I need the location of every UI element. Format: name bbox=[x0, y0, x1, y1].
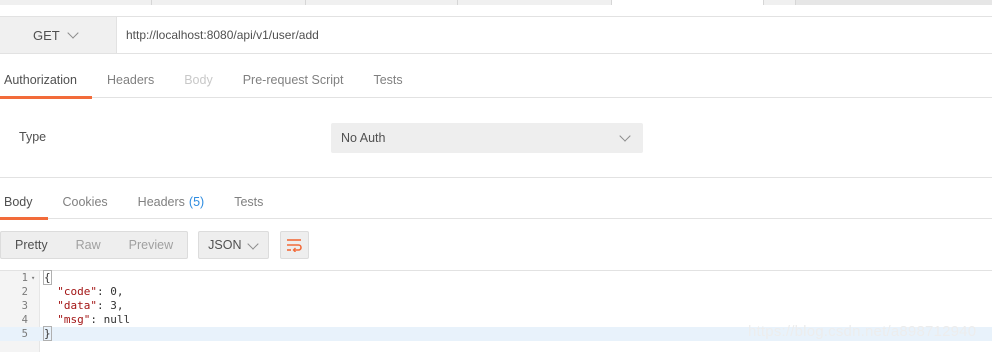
line-number: 3 bbox=[21, 300, 28, 312]
response-toolbar: Pretty Raw Preview JSON bbox=[0, 231, 310, 259]
watermark: https://blog.csdn.net/a898712940 bbox=[748, 323, 977, 340]
response-tabs: Body Cookies Headers (5) Tests bbox=[0, 184, 992, 220]
fold-arrow-icon[interactable]: ▾ bbox=[31, 271, 35, 285]
json-separator: : bbox=[90, 313, 104, 326]
tab-response-body[interactable]: Body bbox=[0, 184, 48, 220]
chevron-down-icon bbox=[619, 130, 631, 142]
tab-body[interactable]: Body bbox=[169, 62, 228, 98]
wrap-lines-icon bbox=[287, 239, 302, 252]
tab-authorization[interactable]: Authorization bbox=[0, 62, 92, 99]
tab-label: Authorization bbox=[4, 73, 77, 87]
method-label: GET bbox=[33, 27, 60, 43]
tab-test-results[interactable]: Tests bbox=[219, 184, 278, 219]
request-tab[interactable] bbox=[306, 0, 458, 5]
view-raw-button[interactable]: Raw bbox=[62, 232, 115, 258]
format-select[interactable]: JSON bbox=[198, 231, 270, 259]
code-line: 2 "code": 0, bbox=[0, 285, 992, 299]
headers-count-badge: (5) bbox=[188, 194, 205, 209]
tab-headers[interactable]: Headers bbox=[92, 62, 169, 98]
view-mode-group: Pretty Raw Preview bbox=[0, 231, 189, 259]
json-comma: , bbox=[116, 299, 124, 312]
auth-type-label: Type bbox=[19, 130, 47, 144]
json-key: "msg" bbox=[57, 313, 91, 326]
request-tab[interactable] bbox=[458, 0, 612, 5]
chevron-down-icon bbox=[67, 27, 79, 39]
json-key: "code" bbox=[57, 285, 97, 298]
tab-label: Body bbox=[4, 194, 33, 209]
view-pretty-button[interactable]: Pretty bbox=[1, 232, 62, 258]
code-line: 3 "data": 3, bbox=[0, 299, 992, 313]
request-tab-strip bbox=[0, 0, 992, 5]
code-line: 1 ▾ { bbox=[0, 270, 992, 285]
tab-label: Pre-request Script bbox=[242, 73, 344, 87]
json-separator: : bbox=[97, 299, 111, 312]
code-text: } bbox=[43, 326, 52, 341]
request-tab[interactable] bbox=[152, 0, 306, 5]
json-comma: , bbox=[116, 285, 124, 298]
tab-label: Body bbox=[184, 73, 213, 87]
json-separator: : bbox=[97, 285, 111, 298]
json-value: null bbox=[103, 313, 131, 326]
line-number: 4 bbox=[21, 314, 28, 326]
tab-label: Tests bbox=[234, 194, 264, 209]
tab-response-headers[interactable]: Headers (5) bbox=[123, 184, 220, 219]
json-value: 3 bbox=[110, 299, 117, 312]
tab-tests[interactable]: Tests bbox=[358, 62, 417, 98]
method-select[interactable]: GET bbox=[0, 17, 117, 53]
line-number: 2 bbox=[21, 286, 28, 298]
button-label: Pretty bbox=[15, 238, 48, 252]
button-label: Raw bbox=[75, 238, 101, 252]
code-text: { bbox=[43, 270, 52, 285]
auth-type-select[interactable]: No Auth bbox=[331, 123, 643, 153]
json-value: 0 bbox=[110, 285, 117, 298]
button-label: Preview bbox=[128, 238, 174, 252]
view-preview-button[interactable]: Preview bbox=[115, 232, 187, 258]
auth-panel: Type No Auth bbox=[0, 98, 992, 178]
auth-type-value: No Auth bbox=[341, 131, 386, 145]
line-number: 5 bbox=[21, 328, 28, 340]
tab-label: Cookies bbox=[62, 194, 108, 209]
request-tabs: Authorization Headers Body Pre-request S… bbox=[0, 62, 992, 99]
tab-label: Tests bbox=[373, 73, 403, 87]
new-tab-button[interactable] bbox=[764, 0, 796, 5]
wrap-lines-button[interactable] bbox=[280, 231, 310, 259]
request-tab-active[interactable] bbox=[612, 0, 764, 5]
json-key: "data" bbox=[57, 299, 97, 312]
format-value: JSON bbox=[208, 238, 242, 252]
tab-pre-request-script[interactable]: Pre-request Script bbox=[228, 62, 359, 98]
tab-label: Headers bbox=[106, 73, 155, 87]
chevron-down-icon bbox=[247, 238, 259, 250]
url-input[interactable] bbox=[117, 17, 992, 53]
tab-cookies[interactable]: Cookies bbox=[48, 184, 123, 219]
url-bar: GET bbox=[0, 16, 992, 54]
request-tab[interactable] bbox=[0, 0, 152, 5]
line-number: 1 bbox=[21, 272, 28, 284]
tab-label: Headers bbox=[137, 194, 185, 209]
